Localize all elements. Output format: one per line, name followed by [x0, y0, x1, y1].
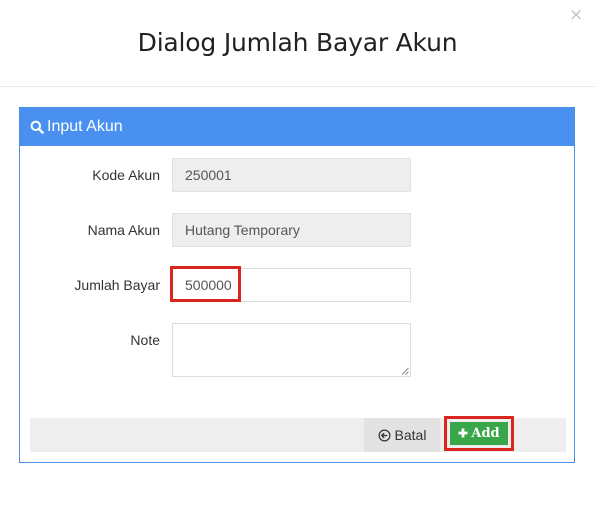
- dialog-header: × Dialog Jumlah Bayar Akun: [0, 0, 595, 87]
- dialog-title: Dialog Jumlah Bayar Akun: [137, 28, 458, 57]
- input-panel: Input Akun Kode Akun 250001 Nama Akun Hu…: [19, 107, 575, 463]
- jumlah-bayar-input[interactable]: 500000: [172, 268, 411, 302]
- back-circle-icon: [378, 429, 391, 442]
- plus-icon: [458, 428, 468, 437]
- jumlah-bayar-label: Jumlah Bayar: [74, 277, 160, 293]
- form-footer: Batal Add: [30, 416, 566, 452]
- note-textarea[interactable]: [172, 323, 411, 377]
- add-button-label: Add: [471, 426, 500, 441]
- dialog: × Dialog Jumlah Bayar Akun Input Akun Ko…: [0, 0, 595, 507]
- nama-akun-label: Nama Akun: [87, 222, 160, 238]
- close-icon[interactable]: ×: [569, 6, 583, 24]
- resize-grip-icon[interactable]: [401, 367, 409, 375]
- panel-title: Input Akun: [47, 118, 123, 135]
- kode-akun-field[interactable]: 250001: [172, 158, 411, 192]
- add-button[interactable]: Add: [450, 422, 508, 445]
- panel-header: Input Akun: [20, 108, 574, 146]
- search-icon: [30, 120, 44, 134]
- note-label: Note: [130, 332, 160, 348]
- add-button-highlight: Add: [444, 416, 514, 451]
- cancel-button-label: Batal: [394, 427, 427, 443]
- cancel-button[interactable]: Batal: [364, 418, 440, 452]
- kode-akun-label: Kode Akun: [92, 167, 160, 183]
- nama-akun-field[interactable]: Hutang Temporary: [172, 213, 411, 247]
